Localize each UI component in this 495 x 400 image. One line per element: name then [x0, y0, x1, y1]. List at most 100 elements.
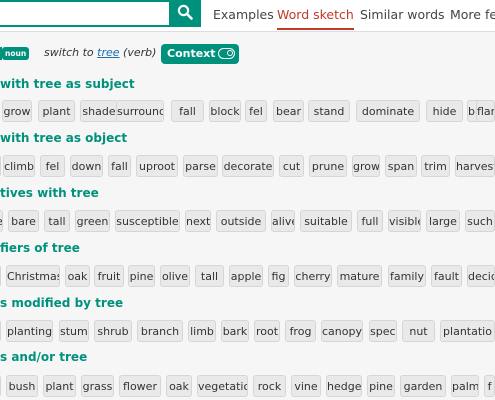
search-button[interactable] — [169, 0, 201, 27]
collocation-row: Christmas oak fruit pine olive tall apple fig ch… — [0, 265, 495, 287]
collocate-chip[interactable]: suitable — [300, 210, 352, 232]
collocate-chip[interactable]: shade — [80, 100, 118, 122]
section-title: tives with tree — [0, 186, 99, 200]
collocate-chip[interactable]: bark — [221, 320, 249, 342]
search-input[interactable] — [0, 0, 169, 27]
collocate-chip[interactable]: hide — [426, 100, 463, 122]
collocate-chip[interactable]: vegetation — [197, 375, 248, 397]
collocate-chip[interactable]: fault — [431, 265, 462, 287]
collocate-chip[interactable]: garden — [400, 375, 446, 397]
collocation-row: climb fel down fall uproot parse decorate cut pr… — [0, 155, 495, 177]
collocate-chip[interactable]: decorate — [222, 155, 274, 177]
collocate-chip[interactable]: tall — [44, 210, 70, 232]
collocate-chip[interactable]: planting — [6, 320, 53, 342]
collocate-chip[interactable]: hedge — [326, 375, 362, 397]
collocate-chip[interactable]: bear — [273, 100, 304, 122]
collocate-chip[interactable]: fel — [40, 155, 65, 177]
collocate-chip[interactable]: prune — [309, 155, 347, 177]
collocate-chip[interactable]: pine — [367, 375, 395, 397]
collocate-chip[interactable]: fig — [268, 265, 289, 287]
collocate-chip[interactable]: susceptible — [115, 210, 180, 232]
collocate-chip[interactable]: visible — [388, 210, 421, 232]
collocate-chip[interactable]: fruit — [94, 265, 124, 287]
collocate-chip[interactable]: frog — [285, 320, 316, 342]
collocate-chip[interactable]: family — [388, 265, 426, 287]
collocate-chip[interactable]: plant — [38, 100, 75, 122]
collocate-chip[interactable]: alive — [271, 210, 295, 232]
collocate-chip[interactable]: grow — [2, 100, 32, 122]
collocate-chip[interactable]: grow — [352, 155, 380, 177]
collocate-chip[interactable]: Christmas — [6, 265, 60, 287]
collocate-chip[interactable]: bare — [8, 210, 39, 232]
collocate-chip[interactable]: limb — [188, 320, 216, 342]
collocate-chip[interactable]: down — [70, 155, 103, 177]
collocate-chip[interactable]: decic — [467, 265, 495, 287]
collocate-chip[interactable]: stump — [59, 320, 89, 342]
collocate-chip[interactable]: flower — [119, 375, 161, 397]
collocate-chip[interactable]: grass — [81, 375, 114, 397]
section-title: with tree as object — [0, 131, 128, 145]
collocate-chip[interactable]: plant — [43, 375, 76, 397]
switch-suffix: (verb) — [123, 46, 157, 59]
tab-more-features[interactable]: More fea — [450, 0, 495, 30]
collocate-chip[interactable]: rock — [253, 375, 286, 397]
collocate-chip[interactable]: outside — [216, 210, 266, 232]
context-toggle-button[interactable]: Context — [161, 44, 239, 64]
collocate-chip[interactable]: such — [465, 210, 495, 232]
tab-word-sketch[interactable]: Word sketch — [277, 0, 354, 30]
collocate-chip[interactable]: flan — [476, 100, 495, 122]
collocate-chip[interactable]: specie — [369, 320, 397, 342]
collocate-chip[interactable]: uproot — [136, 155, 178, 177]
collocate-chip[interactable]: cut — [279, 155, 304, 177]
collocate-chip[interactable]: shrub — [94, 320, 132, 342]
collocate-chip[interactable]: surround — [116, 100, 164, 122]
collocate-chip[interactable]: olive — [160, 265, 190, 287]
collocate-chip[interactable]: fall — [108, 155, 131, 177]
collocate-chip[interactable]: canopy — [321, 320, 363, 342]
collocate-chip[interactable]: vine — [291, 375, 321, 397]
collocate-chip[interactable]: plantatio — [440, 320, 495, 342]
collocate-chip[interactable]: fall — [171, 100, 204, 122]
collocate-chip[interactable]: branch — [137, 320, 183, 342]
section-title: s and/or tree — [0, 350, 88, 364]
collocate-chip[interactable]: bush — [6, 375, 38, 397]
collocate-chip[interactable]: oak — [166, 375, 192, 397]
collocate-chip[interactable]: green — [75, 210, 110, 232]
collocate-chip[interactable]: dominate — [356, 100, 420, 122]
collocate-chip[interactable]: span — [385, 155, 417, 177]
collocate-chip[interactable]: root — [254, 320, 280, 342]
collocate-chip[interactable]: mature — [337, 265, 382, 287]
collocate-chip[interactable]: parse — [183, 155, 218, 177]
collocation-row: planting stumpshrubbranchlimbbarkrootfrog… — [0, 320, 495, 342]
collocate-chip[interactable] — [0, 375, 1, 397]
headword-row: noun switch to tree (verb) — [0, 44, 495, 64]
switch-pos-link[interactable]: tree — [97, 46, 119, 59]
collocate-chip[interactable]: oak — [65, 265, 90, 287]
collocate-chip[interactable]: large — [426, 210, 460, 232]
section-title: with tree as subject — [0, 77, 135, 91]
collocate-chip[interactable]: trim — [421, 155, 450, 177]
collocate-chip[interactable]: e — [0, 210, 3, 232]
section-title: fiers of tree — [0, 241, 80, 255]
collocate-chip[interactable]: palm — [451, 375, 479, 397]
tab-similar-words[interactable]: Similar words — [360, 0, 445, 30]
collocate-chip[interactable]: next — [185, 210, 211, 232]
collocate-chip[interactable] — [0, 320, 1, 342]
collocate-chip[interactable]: cherry — [294, 265, 332, 287]
collocate-chip[interactable]: block — [209, 100, 241, 122]
collocate-chip[interactable]: full — [357, 210, 383, 232]
collocate-chip[interactable]: apple — [229, 265, 263, 287]
collocation-row: ebaretallgreensusceptiblenextoutsidealiv… — [0, 210, 495, 232]
collocate-chip[interactable]: pine — [128, 265, 155, 287]
collocation-row: bushplantgrassfloweroakvegetationrockvin… — [0, 375, 495, 397]
tab-examples[interactable]: Examples — [213, 0, 274, 30]
collocate-chip[interactable] — [0, 265, 1, 287]
collocate-chip[interactable]: f — [484, 375, 495, 397]
collocate-chip[interactable] — [0, 155, 1, 177]
collocate-chip[interactable]: climb — [3, 155, 35, 177]
collocate-chip[interactable]: fel — [245, 100, 267, 122]
collocate-chip[interactable]: harvest — [455, 155, 495, 177]
collocate-chip[interactable]: stand — [308, 100, 350, 122]
collocate-chip[interactable]: nut — [402, 320, 435, 342]
collocate-chip[interactable]: tall — [195, 265, 224, 287]
